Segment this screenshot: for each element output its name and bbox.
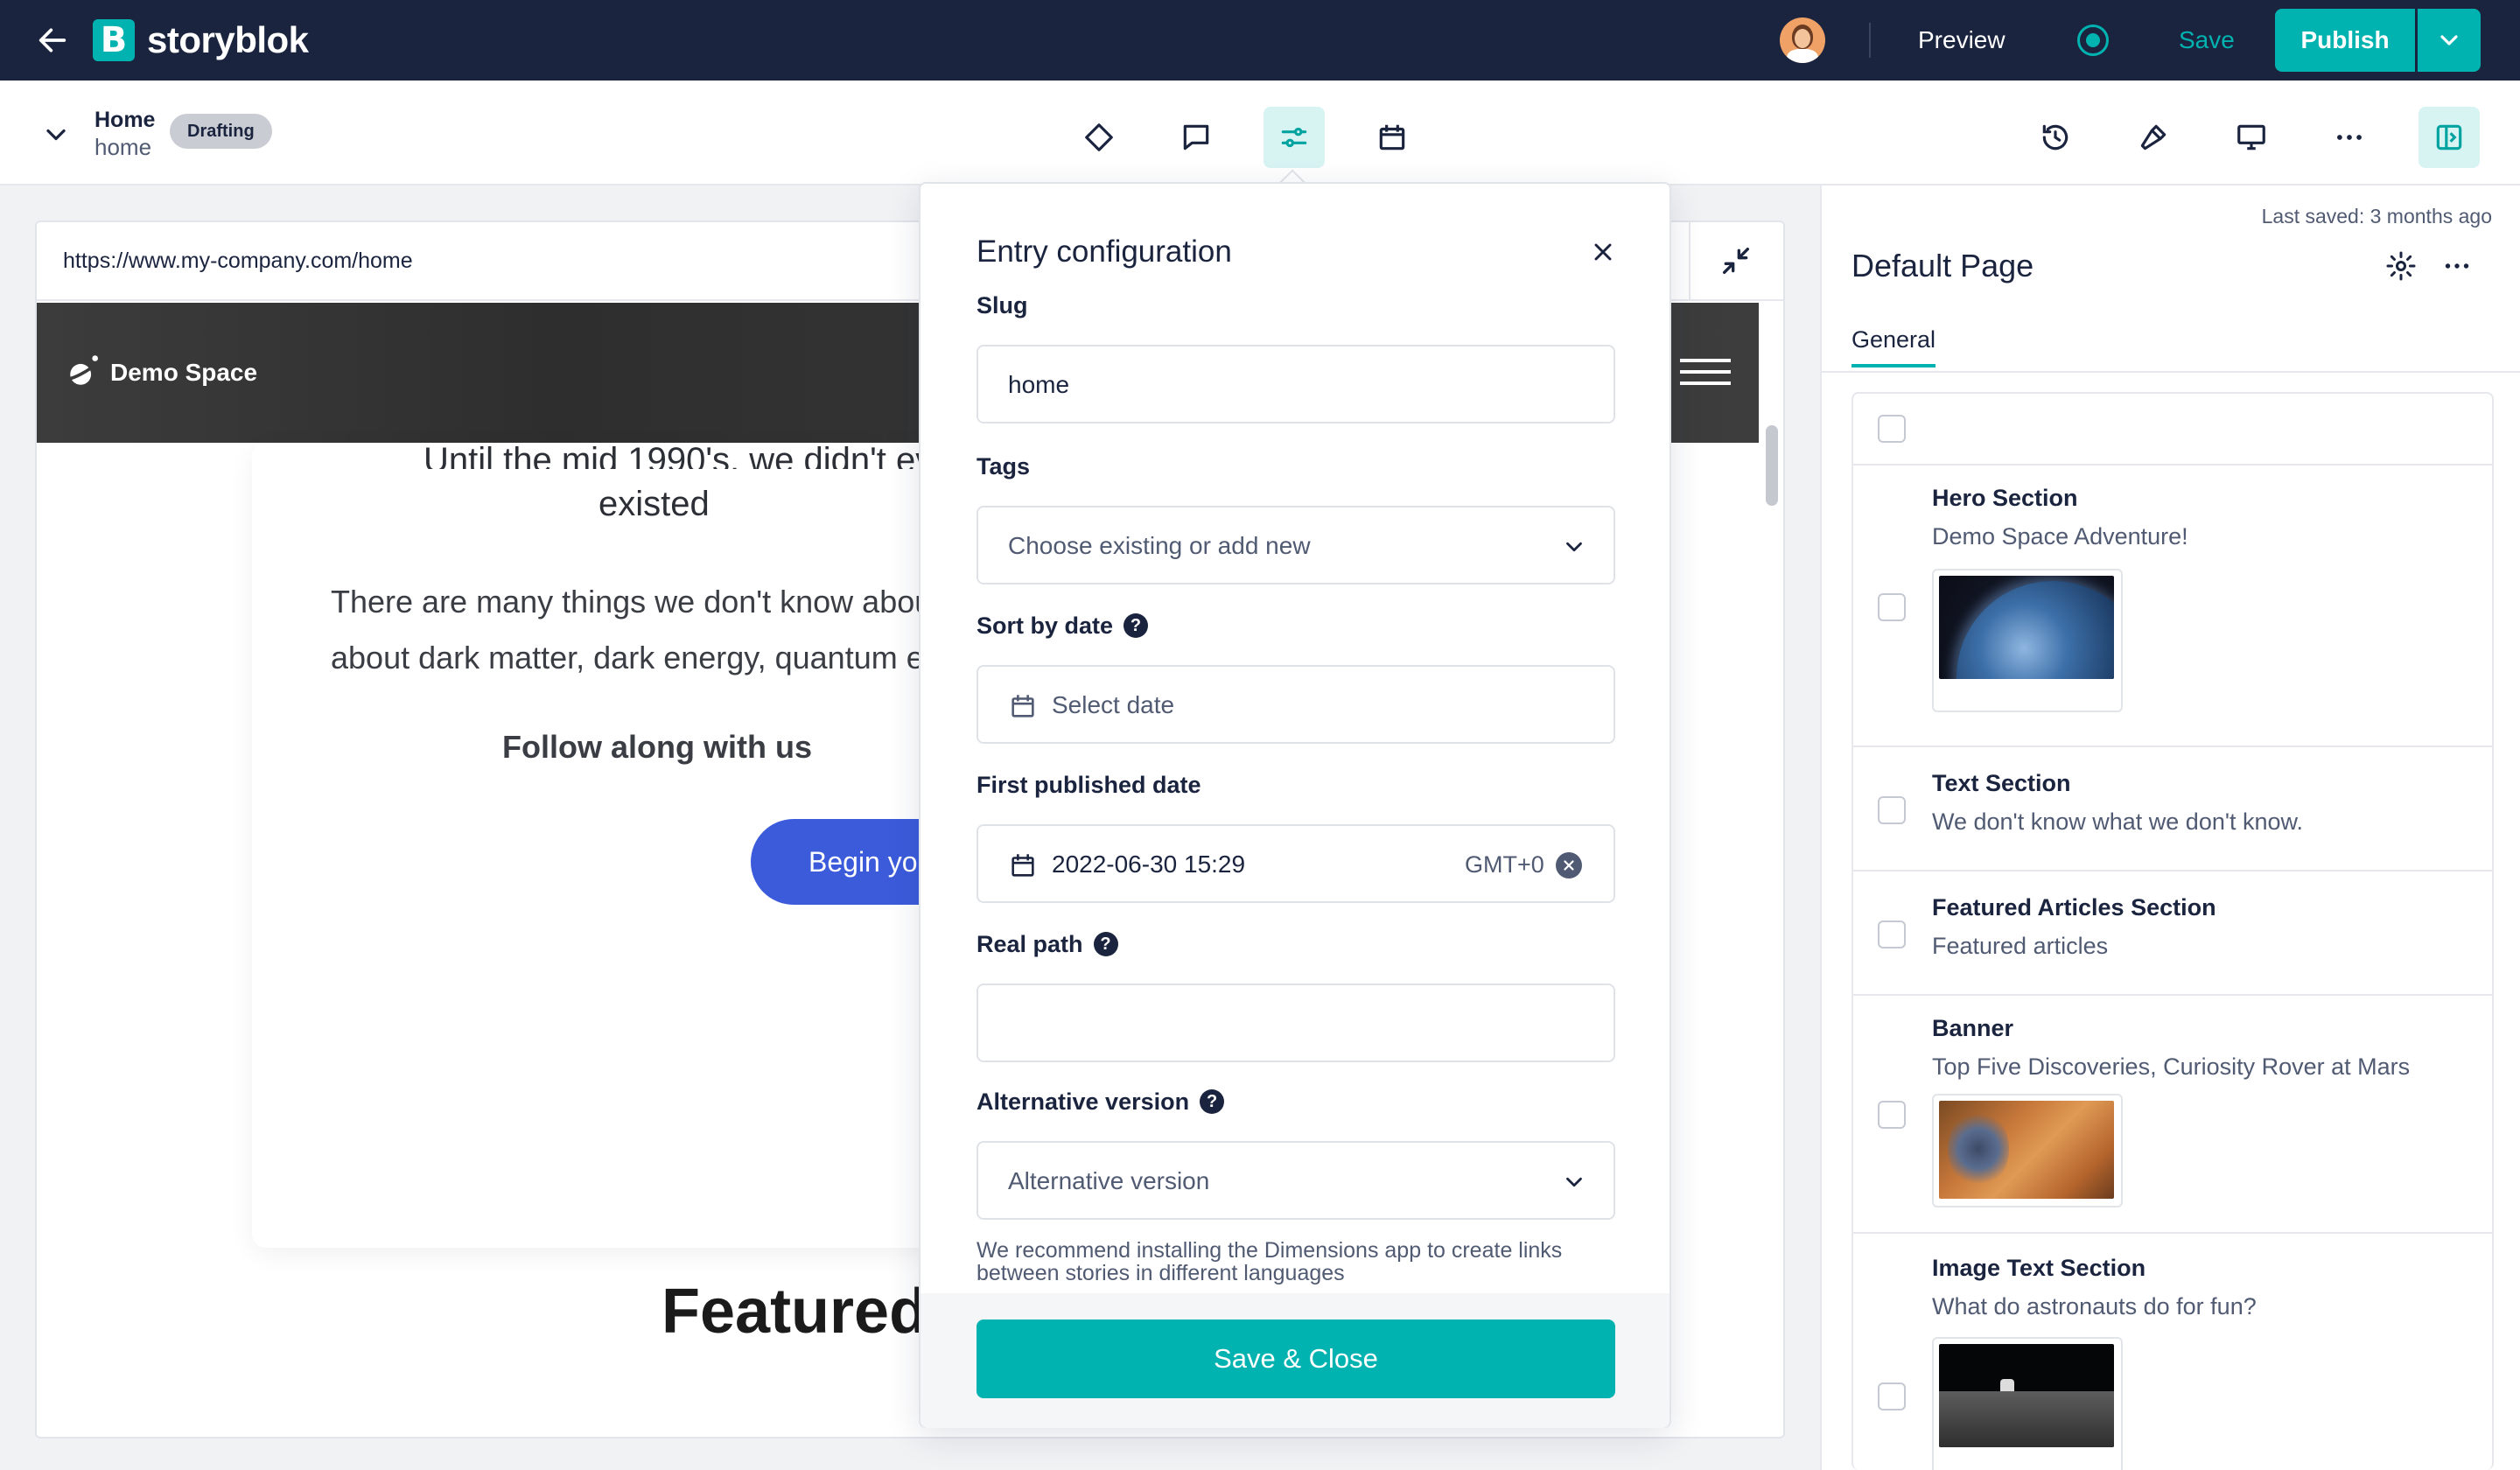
preview-button[interactable]: Preview (1918, 24, 2006, 56)
save-close-button[interactable]: Save & Close (976, 1320, 1615, 1398)
list-item[interactable]: Hero Section Demo Space Adventure! (1853, 466, 2492, 747)
select-all-checkbox[interactable] (1878, 415, 1906, 443)
block-title: Image Text Section (1932, 1255, 2146, 1281)
sliders-icon[interactable] (1264, 107, 1325, 168)
calendar-icon (1012, 854, 1034, 877)
block-checkbox[interactable] (1878, 1101, 1906, 1129)
entry-configuration-dialog: Entry configuration Slug home Tags Choos… (919, 182, 1671, 1428)
chevron-down-icon (1566, 542, 1582, 552)
alternative-version-select[interactable]: Alternative version (976, 1141, 1615, 1220)
help-icon[interactable]: ? (1200, 1089, 1225, 1114)
slug-input[interactable]: home (976, 345, 1615, 424)
monitor-icon[interactable] (2221, 107, 2282, 168)
dialog-footer: Save & Close (920, 1293, 1670, 1428)
scrollbar-thumb[interactable] (1766, 425, 1778, 506)
sort-by-date-input[interactable]: Select date (976, 665, 1615, 744)
select-all-row (1853, 394, 2492, 466)
block-thumbnail (1932, 1094, 2123, 1208)
avatar[interactable] (1780, 18, 1825, 63)
story-slug: home (94, 134, 152, 160)
list-item[interactable]: Featured Articles Section Featured artic… (1853, 872, 2492, 996)
panel-toggle-icon[interactable] (2418, 107, 2480, 168)
block-subtitle: Top Five Discoveries, Curiosity Rover at… (1932, 1054, 2411, 1080)
block-title: Banner (1932, 1015, 2014, 1041)
shrink-icon[interactable] (1718, 243, 1754, 278)
timezone-label: GMT+0 (1465, 851, 1544, 878)
hero-text-line: existed (598, 485, 710, 523)
save-button[interactable]: Save (2179, 24, 2235, 56)
chevron-down-icon (1566, 1177, 1582, 1187)
real-path-label: Real path? (976, 929, 1118, 959)
divider (1689, 222, 1690, 301)
content-panel: Last saved: 3 months ago Default Page Ge… (1820, 186, 2520, 1470)
block-title: Featured Articles Section (1932, 894, 2216, 920)
comment-icon[interactable] (1166, 107, 1227, 168)
tags-label: Tags (976, 453, 1031, 480)
block-checkbox[interactable] (1878, 1382, 1906, 1410)
status-badge: Drafting (170, 114, 272, 149)
preview-url[interactable]: https://www.my-company.com/home (63, 247, 413, 275)
hammer-icon[interactable] (2123, 107, 2184, 168)
storyblok-logo-icon: B (93, 19, 135, 61)
list-item[interactable]: Image Text Section What do astronauts do… (1853, 1234, 2492, 1470)
more-icon[interactable] (2441, 250, 2473, 282)
real-path-input[interactable] (976, 984, 1615, 1062)
close-icon[interactable] (1589, 238, 1617, 266)
block-thumbnail (1932, 569, 2123, 712)
block-thumbnail (1932, 1337, 2123, 1470)
block-checkbox[interactable] (1878, 593, 1906, 621)
first-published-label: First published date (976, 772, 1201, 798)
publish-options-button[interactable] (2418, 9, 2481, 72)
calendar-icon[interactable] (1362, 107, 1423, 168)
panel-title: Default Page (1852, 248, 2034, 284)
block-title: Hero Section (1932, 485, 2078, 511)
clear-icon[interactable] (1556, 852, 1582, 878)
block-title: Text Section (1932, 770, 2071, 796)
chevron-down-icon[interactable] (40, 119, 72, 150)
tags-select[interactable]: Choose existing or add new (976, 506, 1615, 584)
planet-logo-icon (66, 355, 98, 385)
diamond-icon[interactable] (1068, 107, 1130, 168)
history-icon[interactable] (2025, 107, 2086, 168)
block-subtitle: Demo Space Adventure! (1932, 523, 2188, 550)
menu-icon[interactable] (1680, 359, 1731, 385)
list-item[interactable]: Text Section We don't know what we don't… (1853, 747, 2492, 872)
help-icon[interactable]: ? (1093, 932, 1118, 956)
block-checkbox[interactable] (1878, 796, 1906, 824)
follow-text: Follow along with us (502, 729, 812, 765)
last-saved-text: Last saved: 3 months ago (2261, 205, 2492, 228)
back-arrow-icon[interactable] (35, 23, 70, 58)
dialog-title: Entry configuration (976, 234, 1232, 269)
divider (1822, 371, 2520, 373)
dimensions-hint: We recommend installing the Dimensions a… (976, 1238, 1563, 1285)
gear-icon[interactable] (2385, 250, 2417, 282)
site-name[interactable]: Demo Space (110, 357, 257, 388)
divider (1869, 23, 1871, 58)
alternative-version-label: Alternative version? (976, 1087, 1225, 1116)
top-bar: B storyblok Preview Save Publish (0, 0, 2520, 80)
block-subtitle: What do astronauts do for fun? (1932, 1293, 2257, 1320)
block-checkbox[interactable] (1878, 920, 1906, 948)
help-icon[interactable]: ? (1124, 613, 1149, 638)
block-subtitle: Featured articles (1932, 933, 2109, 959)
app-name: storyblok (147, 19, 309, 60)
editor-toolbar: Home home Drafting (0, 80, 2520, 186)
calendar-icon (1012, 695, 1034, 718)
chevron-down-icon (2440, 35, 2458, 46)
story-name: Home (94, 108, 156, 132)
block-list: Hero Section Demo Space Adventure! Text … (1852, 392, 2494, 1470)
block-subtitle: We don't know what we don't know. (1932, 808, 2304, 835)
tab-general[interactable]: General (1852, 324, 1936, 368)
more-icon[interactable] (2319, 107, 2380, 168)
publish-button[interactable]: Publish (2275, 9, 2415, 72)
slug-label: Slug (976, 292, 1028, 318)
first-published-input[interactable]: 2022-06-30 15:29 GMT+0 (976, 824, 1615, 903)
list-item[interactable]: Banner Top Five Discoveries, Curiosity R… (1853, 996, 2492, 1234)
sort-by-date-label: Sort by date? (976, 611, 1149, 640)
preview-status-icon[interactable] (2077, 24, 2109, 56)
